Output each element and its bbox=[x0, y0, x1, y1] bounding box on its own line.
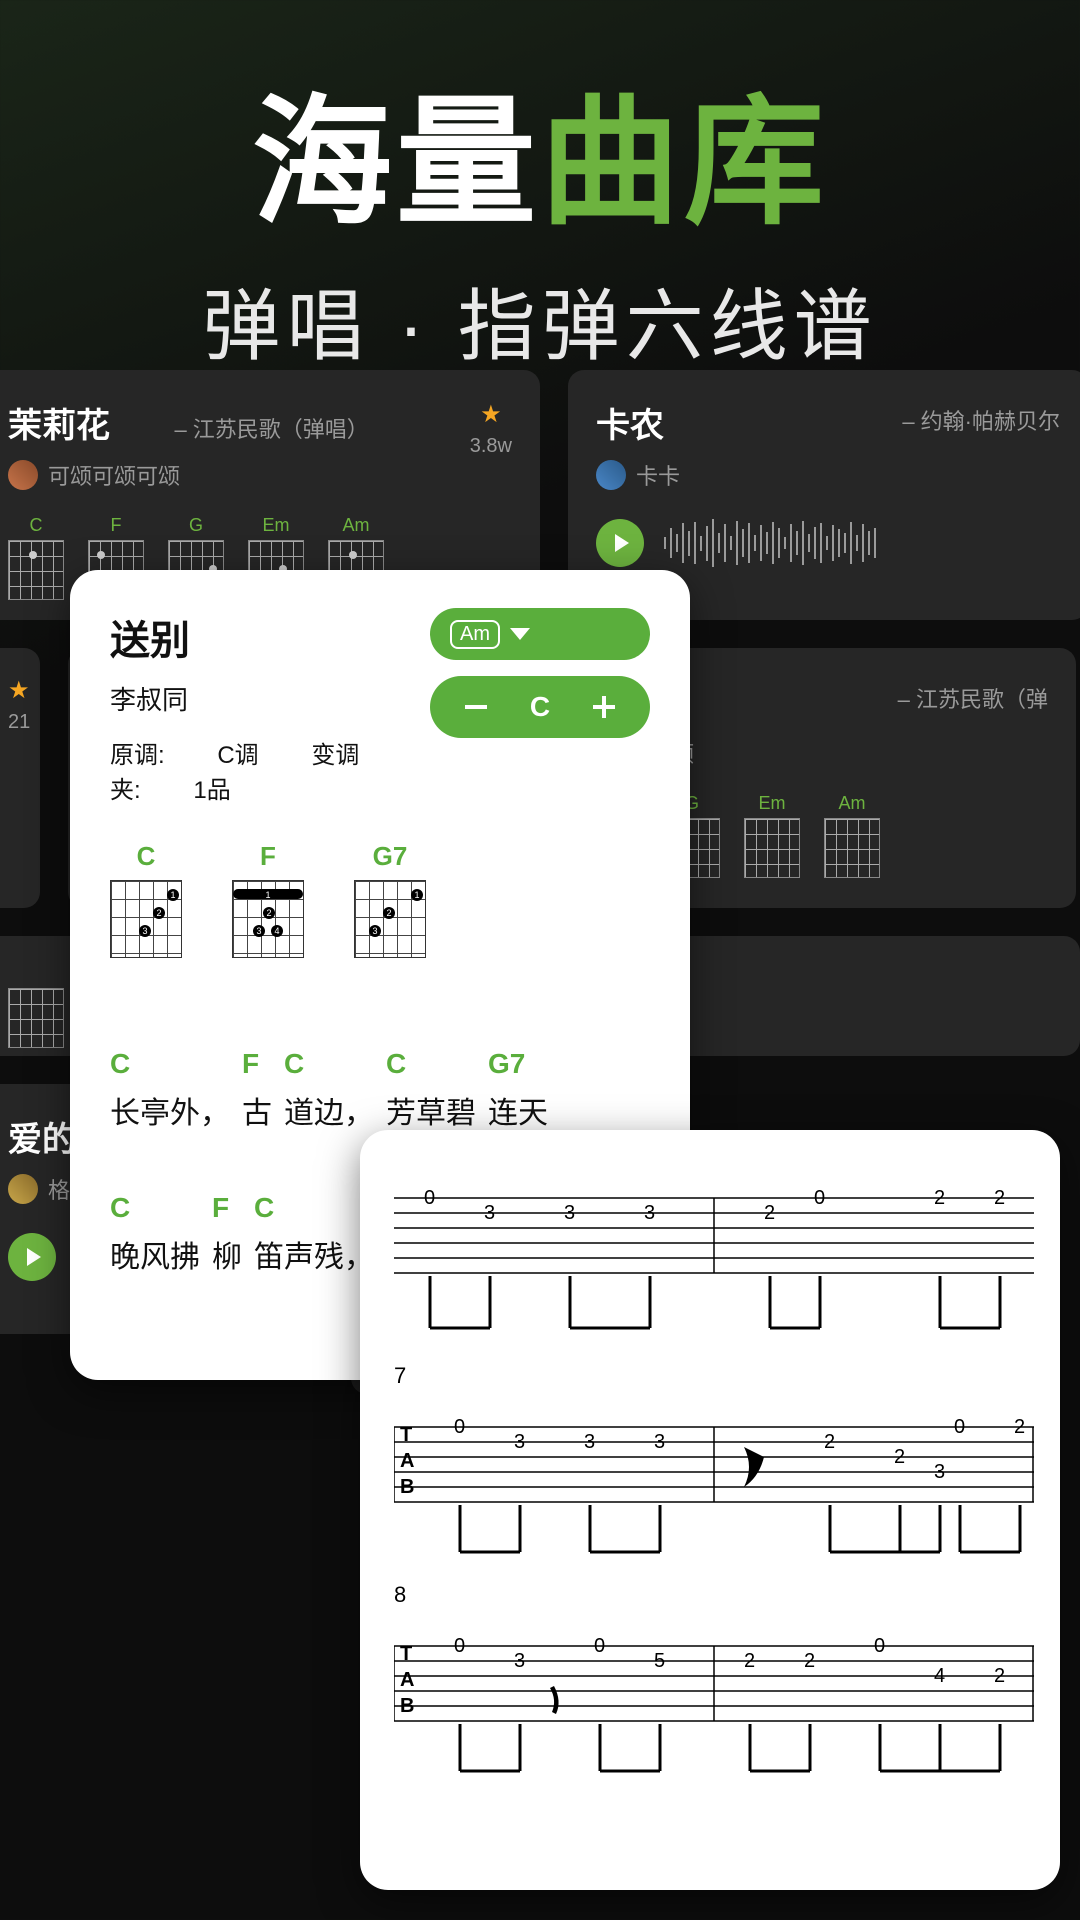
modal-chord-diagrams: C 123 F 1 234 G7 123 bbox=[110, 841, 650, 958]
tab-line: TAB 0 3 0 5 2 2 0 4 2 bbox=[394, 1636, 1026, 1801]
svg-text:0: 0 bbox=[874, 1636, 885, 1657]
modal-title: 送别 bbox=[110, 608, 430, 666]
chord-mode-select[interactable]: Am bbox=[430, 608, 650, 660]
lyric-segment: C长亭外， bbox=[110, 1048, 230, 1132]
svg-text:2: 2 bbox=[994, 1665, 1005, 1687]
key-plus-button[interactable] bbox=[586, 689, 622, 725]
tab-line: 0 3 3 3 0 2 2 2 bbox=[394, 1188, 1026, 1363]
svg-text:3: 3 bbox=[484, 1202, 495, 1224]
play-button[interactable] bbox=[8, 1233, 56, 1281]
lyric-segment: F古 bbox=[242, 1048, 272, 1132]
modal-info: 原调: C调 变调夹: 1品 bbox=[110, 735, 430, 805]
lyric-segment: G7连天 bbox=[488, 1048, 548, 1132]
svg-text:2: 2 bbox=[744, 1650, 755, 1672]
svg-text:3: 3 bbox=[934, 1461, 945, 1483]
hero-title: 海量曲库 bbox=[0, 50, 1080, 252]
lyric-segment: C道边， bbox=[284, 1048, 374, 1132]
card-subtitle: – 约翰·帕赫贝尔 bbox=[902, 404, 1060, 436]
waveform[interactable] bbox=[664, 519, 876, 567]
card-subtitle: – 江苏民歌（弹唱） bbox=[174, 412, 368, 444]
lyric-segment: C晚风拂 bbox=[110, 1192, 200, 1276]
measure-number: 7 bbox=[394, 1363, 1026, 1389]
lyric-line: C长亭外，F古C道边，C芳草碧G7连天 bbox=[110, 1048, 650, 1132]
hero-title-1: 海量 bbox=[252, 84, 540, 241]
hero-subtitle: 弹唱 · 指弹六线谱 bbox=[0, 264, 1080, 376]
svg-text:2: 2 bbox=[894, 1446, 905, 1468]
svg-text:3: 3 bbox=[514, 1650, 525, 1672]
current-key: C bbox=[530, 691, 550, 723]
lyric-segment: F柳 bbox=[212, 1192, 242, 1276]
svg-text:5: 5 bbox=[654, 1650, 665, 1672]
username: 卡卡 bbox=[636, 459, 680, 491]
star-icon: ★ bbox=[8, 676, 12, 705]
card-title: 茉莉花 bbox=[8, 398, 110, 447]
play-button[interactable] bbox=[596, 519, 644, 567]
lyric-segment: C芳草碧 bbox=[386, 1048, 476, 1132]
svg-text:0: 0 bbox=[814, 1188, 825, 1209]
avatar bbox=[596, 460, 626, 490]
lyric-segment: C笛声残， bbox=[254, 1192, 374, 1276]
svg-text:T: T bbox=[400, 1643, 412, 1665]
svg-text:0: 0 bbox=[454, 1636, 465, 1657]
svg-text:0: 0 bbox=[594, 1636, 605, 1657]
svg-text:3: 3 bbox=[644, 1202, 655, 1224]
chevron-down-icon bbox=[510, 628, 530, 640]
svg-text:0: 0 bbox=[424, 1188, 435, 1209]
svg-text:0: 0 bbox=[454, 1417, 465, 1438]
modal-artist: 李叔同 bbox=[110, 680, 430, 717]
star-icon: ★ bbox=[470, 400, 512, 429]
username: 可颂可颂可颂 bbox=[48, 459, 180, 491]
svg-text:2: 2 bbox=[804, 1650, 815, 1672]
card-subtitle: – 江苏民歌（弹 bbox=[898, 682, 1048, 714]
chord-tag: Am bbox=[450, 620, 500, 649]
svg-text:4: 4 bbox=[934, 1665, 945, 1687]
svg-text:T: T bbox=[400, 1424, 412, 1446]
svg-text:2: 2 bbox=[934, 1188, 945, 1209]
svg-text:2: 2 bbox=[764, 1202, 775, 1224]
svg-text:B: B bbox=[400, 1476, 414, 1498]
tab-sheet-modal: 0333 022 2 7 TAB 0333 02 223 bbox=[360, 1130, 1060, 1890]
tab-line: TAB 0 3 3 3 0 2 2 2 3 bbox=[394, 1417, 1026, 1582]
song-card-partial[interactable]: ★ 21 bbox=[0, 648, 40, 908]
svg-text:3: 3 bbox=[564, 1202, 575, 1224]
card-title: 卡农 bbox=[596, 398, 664, 447]
key-stepper: C bbox=[430, 676, 650, 738]
svg-text:A: A bbox=[400, 1450, 414, 1472]
star-count: 21 bbox=[8, 711, 12, 734]
svg-text:3: 3 bbox=[584, 1431, 595, 1453]
measure-number: 8 bbox=[394, 1582, 1026, 1608]
svg-text:2: 2 bbox=[1014, 1417, 1025, 1438]
svg-text:2: 2 bbox=[824, 1431, 835, 1453]
play-count: 3.8w bbox=[470, 435, 512, 458]
svg-text:3: 3 bbox=[654, 1431, 665, 1453]
hero-title-2: 曲库 bbox=[540, 84, 828, 241]
avatar bbox=[8, 460, 38, 490]
svg-text:2: 2 bbox=[994, 1188, 1005, 1209]
svg-text:A: A bbox=[400, 1669, 414, 1691]
svg-text:B: B bbox=[400, 1695, 414, 1717]
svg-text:3: 3 bbox=[514, 1431, 525, 1453]
key-minus-button[interactable] bbox=[458, 689, 494, 725]
avatar bbox=[8, 1174, 38, 1204]
svg-text:0: 0 bbox=[954, 1417, 965, 1438]
